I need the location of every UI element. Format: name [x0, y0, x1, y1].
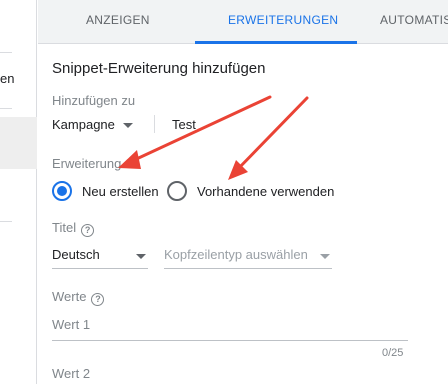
language-dropdown-value: Deutsch: [52, 247, 100, 262]
chevron-down-icon: [320, 254, 330, 259]
level-select-value: Kampagne: [52, 117, 115, 132]
help-icon[interactable]: ?: [81, 224, 95, 237]
tab-automatisierung[interactable]: AUTOMATIS: [380, 0, 448, 44]
title-label-text: Titel: [52, 220, 77, 235]
target-value[interactable]: Test: [172, 117, 196, 132]
value-2-input[interactable]: Wert 2: [52, 366, 90, 381]
nav-item-selected[interactable]: [0, 117, 37, 169]
red-arrow-icon: [118, 95, 272, 169]
nav-divider: [0, 108, 12, 109]
active-tab-indicator: [195, 41, 357, 44]
tab-bar: ANZEIGEN ERWEITERUNGEN AUTOMATIS: [38, 0, 448, 44]
header-type-dropdown[interactable]: Kopfzeilentyp auswählen: [164, 245, 332, 269]
chevron-down-icon: [122, 123, 133, 129]
left-navigation-panel: en: [0, 0, 37, 384]
help-icon[interactable]: ?: [91, 293, 105, 306]
radio-use-existing[interactable]: [167, 181, 187, 201]
header-type-placeholder: Kopfzeilentyp auswählen: [164, 247, 308, 262]
radio-new-create-label[interactable]: Neu erstellen: [82, 184, 159, 199]
nav-divider: [0, 52, 12, 53]
form-title: Snippet-Erweiterung hinzufügen: [52, 60, 266, 77]
tab-erweiterungen[interactable]: ERWEITERUNGEN: [228, 0, 338, 44]
level-select[interactable]: Kampagne: [52, 117, 133, 132]
language-dropdown[interactable]: Deutsch: [52, 245, 148, 269]
field-divider: [154, 115, 155, 133]
value-1-underline: [52, 340, 408, 341]
tab-anzeigen[interactable]: ANZEIGEN: [86, 0, 150, 44]
add-to-label: Hinzufügen zu: [52, 93, 136, 108]
red-arrow-icon: [228, 96, 309, 180]
radio-use-existing-label[interactable]: Vorhandene verwenden: [197, 184, 334, 199]
radio-new-create[interactable]: [52, 181, 72, 201]
extension-label: Erweiterung: [52, 156, 122, 171]
value-1-input[interactable]: Wert 1: [52, 317, 90, 332]
nav-divider: [0, 221, 12, 222]
chevron-down-icon: [136, 254, 146, 259]
value-1-char-counter: 0/25: [382, 347, 404, 359]
values-label: Werte?: [52, 289, 105, 306]
title-label: Titel?: [52, 220, 95, 237]
nav-item-label-fragment[interactable]: en: [0, 71, 14, 86]
values-label-text: Werte: [52, 289, 87, 304]
